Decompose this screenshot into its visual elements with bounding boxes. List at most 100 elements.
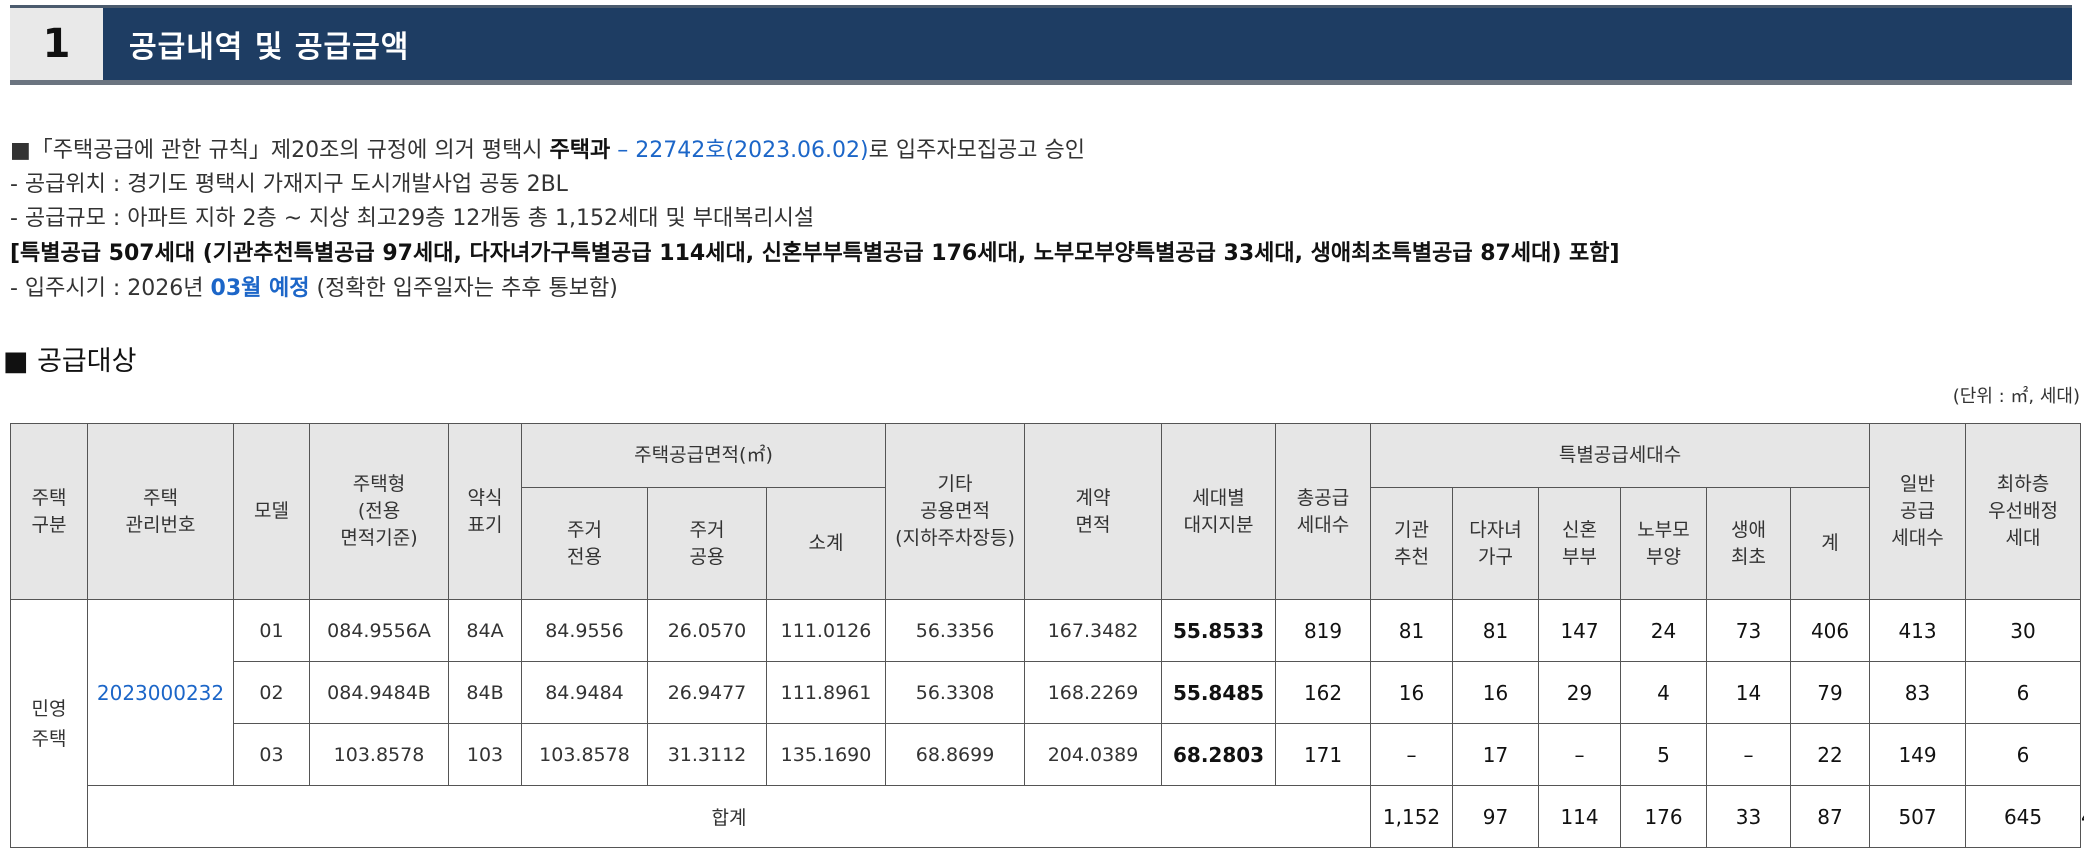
cell-elderly: 4 [1620,661,1708,724]
cell-institution-sum: 97 [1452,785,1540,848]
notice-move-in-suffix: (정확한 입주일자는 추후 통보함) [309,276,618,301]
cell-special-sum-total: 507 [1869,785,1967,848]
th-other-common: 기타 공용면적 (지하주차장등) [885,423,1026,600]
cell-land-share: 68.2803 [1161,723,1277,786]
notice-move-in-date: 03월 예정 [210,276,310,301]
cell-other-common: 68.8699 [885,723,1026,786]
cell-newlywed: – [1538,723,1622,786]
supply-table: 주택 구분 주택 관리번호 모델 주택형 (전용 면적기준) 약식 표기 주택공… [10,423,2084,848]
cell-elderly-sum: 33 [1706,785,1792,848]
notice-move-in-prefix: - 입주시기 : 2026년 [10,276,211,301]
cell-short: 84B [448,661,522,724]
cell-newlywed: 147 [1538,599,1622,662]
cell-subtotal: 111.8961 [765,661,887,724]
th-short: 약식 표기 [448,423,522,600]
notice-special-supply: [특별공급 507세대 (기관추천특별공급 97세대, 다자녀가구특별공급 11… [10,241,1620,266]
th-mgmt-no: 주택 관리번호 [87,423,234,600]
cell-general: 149 [1869,723,1967,786]
cell-house-type: 084.9484B [309,661,449,724]
cell-general-sum: 645 [1965,785,2082,848]
cell-model: 01 [233,599,310,662]
cell-newlywed: 29 [1538,661,1622,724]
cell-first-time: 14 [1706,661,1792,724]
th-multi-child: 다자녀 가구 [1452,487,1540,600]
cell-land-share: 55.8533 [1161,599,1277,662]
cell-institution: 81 [1370,599,1454,662]
th-special-group: 특별공급세대수 [1370,423,1871,488]
page: 1 공급내역 및 공급금액 ■「주택공급에 관한 규칙」제20조의 규정에 의거… [0,0,2084,851]
cell-total-supply: 819 [1275,599,1372,662]
cell-newlywed-sum: 176 [1620,785,1708,848]
notice-approval-number: – 22742호(2023.06.02) [610,138,869,163]
th-res-common: 주거 공용 [647,487,767,600]
notice-approval: ■「주택공급에 관한 규칙」제20조의 규정에 의거 평택시 주택과 – 227… [10,132,1085,164]
table-row: 민영 주택 2023000232 01 084.9556A 84A 84.955… [10,599,2082,848]
cell-short: 103 [448,723,522,786]
cell-subtotal: 111.0126 [765,599,887,662]
cell-model: 02 [233,661,310,724]
cell-first-time: 73 [1706,599,1792,662]
section-title: 공급내역 및 공급금액 [129,30,410,65]
section-header: 1 공급내역 및 공급금액 [10,5,2072,85]
cell-res-common: 31.3112 [647,723,767,786]
th-land-share: 세대별 대지지분 [1161,423,1277,600]
cell-special-sum: 79 [1790,661,1871,724]
cell-house-type: 084.9556A [309,599,449,662]
cell-first-time: – [1706,723,1792,786]
notice-scale: - 공급규모 : 아파트 지하 2층 ~ 지상 최고29층 12개동 총 1,1… [10,206,815,231]
th-res-exclusive: 주거 전용 [521,487,648,600]
cell-mgmt-no: 2023000232 [87,599,234,786]
th-newlywed: 신혼 부부 [1538,487,1622,600]
th-contract: 계약 면적 [1024,423,1163,600]
cell-other-common: 56.3356 [885,599,1026,662]
th-lowest-floor: 최하층 우선배정 세대 [1965,423,2082,600]
cell-res-exclusive: 103.8578 [521,723,648,786]
cell-special-sum: 22 [1790,723,1871,786]
notice-move-in: - 입주시기 : 2026년 03월 예정 (정확한 입주일자는 추후 통보함) [10,270,618,302]
th-first-time: 생애 최초 [1706,487,1792,600]
cell-general: 413 [1869,599,1967,662]
cell-total-label: 합계 [86,785,1372,848]
cell-other-common: 56.3308 [885,661,1026,724]
cell-institution: – [1370,723,1454,786]
cell-first-time-sum: 87 [1790,785,1871,848]
table-row-total: 합계 1,152 97 114 176 33 87 507 645 42 [11,785,2084,848]
cell-lowest-floor: 6 [1965,661,2082,724]
th-special-sum: 계 [1790,487,1871,600]
cell-res-common: 26.9477 [647,661,767,724]
table-row: 02 084.9484B 84B 84.9484 26.9477 111.896… [11,661,2082,724]
cell-contract: 167.3482 [1024,599,1163,662]
cell-total-supply-sum: 1,152 [1370,785,1454,848]
cell-general: 83 [1869,661,1967,724]
notice-approval-prefix: ■「주택공급에 관한 규칙」제20조의 규정에 의거 평택시 [10,138,550,163]
cell-land-share: 55.8485 [1161,661,1277,724]
notice-approval-suffix: 로 입주자모집공고 승인 [868,138,1086,163]
cell-total-supply: 162 [1275,661,1372,724]
th-total-supply: 총공급 세대수 [1275,423,1372,600]
cell-total-supply: 171 [1275,723,1372,786]
th-housing-type: 주택 구분 [10,423,88,600]
table-row: 03 103.8578 103 103.8578 31.3112 135.169… [11,723,2082,786]
cell-res-exclusive: 84.9484 [521,661,648,724]
cell-res-exclusive: 84.9556 [521,599,648,662]
cell-multi-child: 81 [1452,599,1540,662]
notice-approval-dept: 주택과 [549,138,611,163]
cell-res-common: 26.0570 [647,599,767,662]
section-number: 1 [10,8,103,80]
cell-special-sum: 406 [1790,599,1871,662]
th-institution: 기관 추천 [1370,487,1454,600]
cell-elderly: 5 [1620,723,1708,786]
cell-institution: 16 [1370,661,1454,724]
cell-short: 84A [448,599,522,662]
unit-label: (단위 : ㎡, 세대) [1952,386,2080,407]
cell-model: 03 [233,723,310,786]
cell-multi-child-sum: 114 [1538,785,1622,848]
supply-target-title: ■ 공급대상 [3,346,137,377]
th-area-group: 주택공급면적(㎡) [520,423,887,488]
notice-location: - 공급위치 : 경기도 평택시 가재지구 도시개발사업 공동 2BL [10,172,568,197]
cell-lowest-floor: 6 [1965,723,2082,786]
cell-contract: 168.2269 [1024,661,1163,724]
cell-multi-child: 17 [1452,723,1540,786]
cell-contract: 204.0389 [1024,723,1163,786]
cell-multi-child: 16 [1452,661,1540,724]
